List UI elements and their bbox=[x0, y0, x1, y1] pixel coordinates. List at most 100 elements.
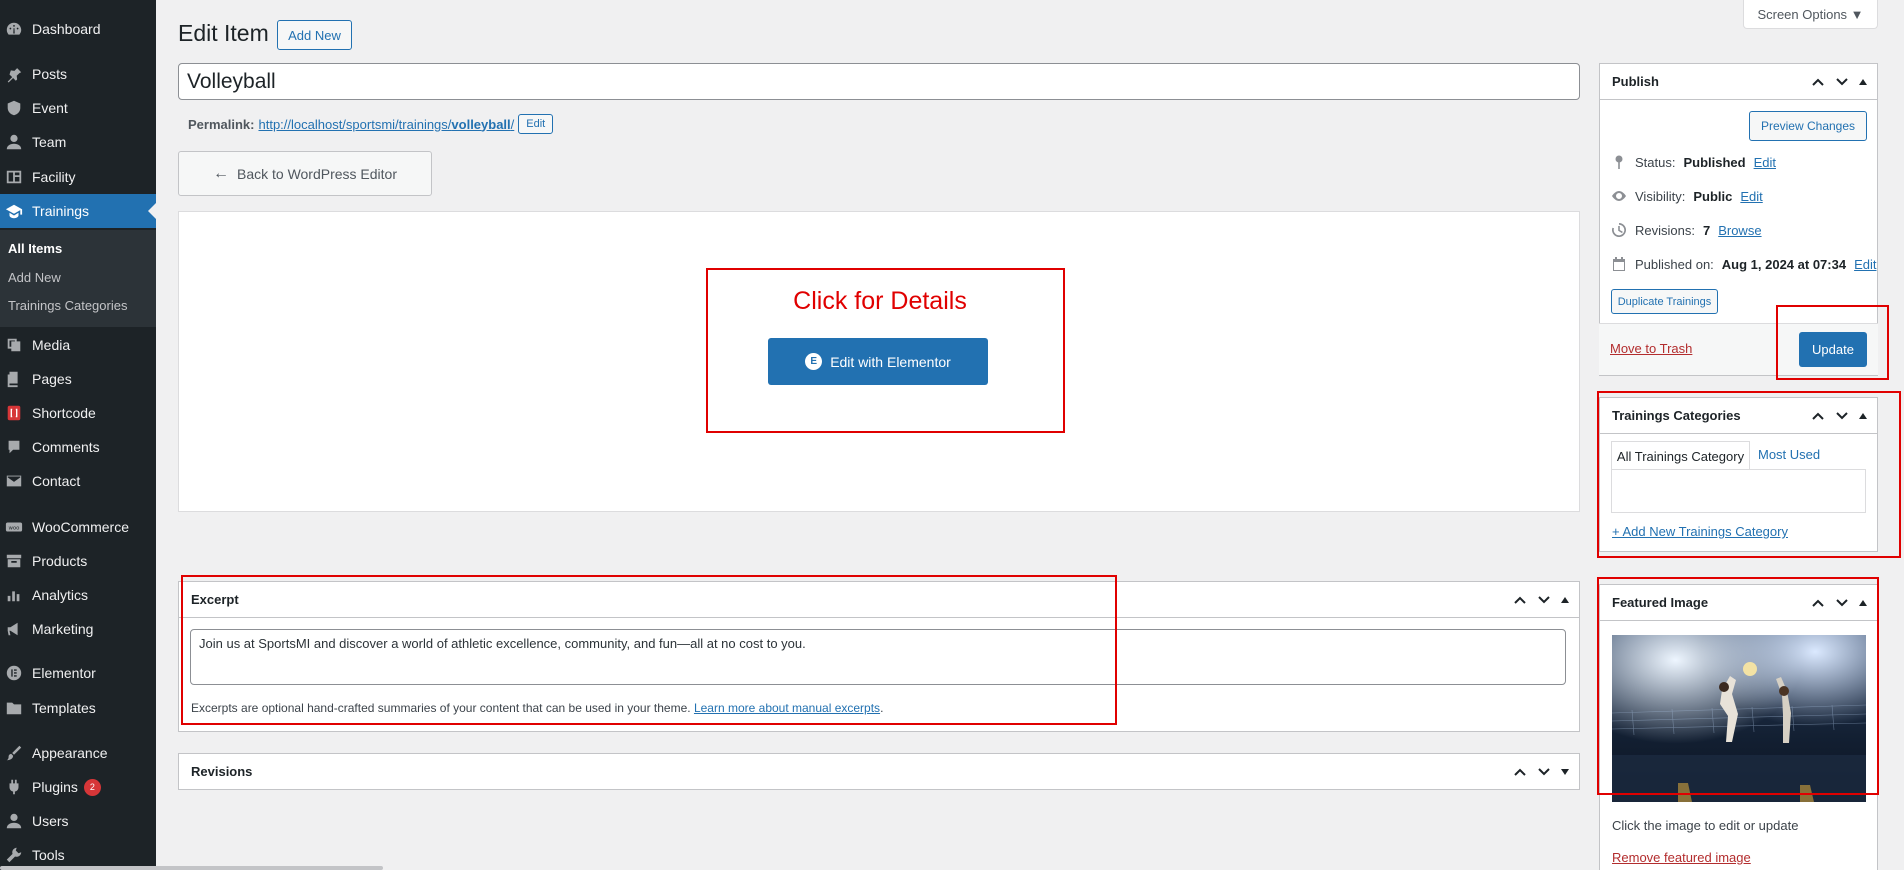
collapse-toggle-icon[interactable] bbox=[1859, 78, 1867, 85]
duplicate-trainings-button[interactable]: Duplicate Trainings bbox=[1611, 289, 1718, 314]
plug-icon bbox=[4, 777, 24, 797]
publish-header: Publish bbox=[1600, 64, 1877, 100]
menu-item-users[interactable]: Users bbox=[0, 804, 156, 838]
revisions-label: Revisions: bbox=[1635, 222, 1695, 238]
menu-item-plugins[interactable]: Plugins 2 bbox=[0, 770, 156, 804]
visibility-row: Visibility: Public Edit bbox=[1611, 188, 1763, 204]
user-icon bbox=[4, 132, 24, 152]
users-icon bbox=[4, 811, 24, 831]
edit-with-elementor-button[interactable]: E Edit with Elementor bbox=[768, 338, 988, 385]
permalink-link[interactable]: http://localhost/sportsmi/trainings/voll… bbox=[258, 117, 514, 132]
post-title-input[interactable]: Volleyball bbox=[178, 63, 1580, 100]
menu-item-facility[interactable]: Facility bbox=[0, 160, 156, 194]
publish-title: Publish bbox=[1612, 74, 1659, 89]
submenu-trainings-categories[interactable]: Trainings Categories bbox=[8, 298, 127, 313]
submenu-all-items[interactable]: All Items bbox=[8, 241, 62, 256]
menu-label: Comments bbox=[32, 439, 100, 455]
move-up-icon[interactable] bbox=[1513, 593, 1527, 607]
add-new-button[interactable]: Add New bbox=[277, 20, 352, 50]
menu-item-woocommerce[interactable]: woo WooCommerce bbox=[0, 510, 156, 544]
menu-item-pages[interactable]: Pages bbox=[0, 362, 156, 396]
horizontal-scrollbar[interactable] bbox=[0, 866, 383, 870]
arrow-left-icon: ← bbox=[212, 164, 229, 182]
menu-item-team[interactable]: Team bbox=[0, 125, 156, 159]
status-label: Status: bbox=[1635, 154, 1676, 170]
collapse-toggle-icon[interactable] bbox=[1561, 596, 1569, 603]
move-up-icon[interactable] bbox=[1513, 765, 1527, 779]
menu-item-trainings[interactable]: Trainings bbox=[0, 194, 156, 228]
menu-label: Appearance bbox=[32, 745, 108, 761]
menu-item-appearance[interactable]: Appearance bbox=[0, 736, 156, 770]
visibility-edit-link[interactable]: Edit bbox=[1740, 189, 1762, 204]
pin-icon bbox=[4, 64, 24, 84]
menu-label: Pages bbox=[32, 371, 72, 387]
published-on-row: Published on: Aug 1, 2024 at 07:34 Edit bbox=[1611, 256, 1876, 272]
box-handles bbox=[1513, 765, 1579, 779]
move-up-icon[interactable] bbox=[1811, 75, 1825, 89]
menu-item-dashboard[interactable]: Dashboard bbox=[0, 12, 156, 46]
permalink-slug: volleyball bbox=[451, 116, 511, 132]
revisions-browse-link[interactable]: Browse bbox=[1718, 223, 1761, 238]
media-icon bbox=[4, 335, 24, 355]
box-handles bbox=[1513, 593, 1579, 607]
menu-item-comments[interactable]: Comments bbox=[0, 430, 156, 464]
menu-label: Users bbox=[32, 813, 69, 829]
menu-item-shortcode[interactable]: Shortcode bbox=[0, 396, 156, 430]
menu-item-templates[interactable]: Templates bbox=[0, 691, 156, 725]
menu-label: WooCommerce bbox=[32, 519, 129, 535]
published-date: Aug 1, 2024 at 07:34 bbox=[1721, 256, 1847, 272]
menu-label: Shortcode bbox=[32, 405, 96, 421]
menu-label: Trainings bbox=[32, 203, 90, 219]
menu-item-products[interactable]: Products bbox=[0, 544, 156, 578]
trainings-submenu: All Items Add New Trainings Categories bbox=[0, 230, 156, 327]
menu-item-media[interactable]: Media bbox=[0, 328, 156, 362]
box-handles bbox=[1811, 75, 1877, 89]
menu-label: Dashboard bbox=[32, 21, 101, 37]
menu-item-elementor[interactable]: Elementor bbox=[0, 656, 156, 690]
remove-featured-image-link[interactable]: Remove featured image bbox=[1612, 850, 1751, 865]
menu-item-event[interactable]: Event bbox=[0, 91, 156, 125]
permalink-tail: / bbox=[510, 116, 515, 132]
menu-item-contact[interactable]: Contact bbox=[0, 464, 156, 498]
megaphone-icon bbox=[4, 619, 24, 639]
menu-label: Elementor bbox=[32, 665, 96, 681]
admin-menu: Dashboard Posts Event Team Facility Trai… bbox=[0, 0, 383, 870]
calendar-icon bbox=[1613, 257, 1625, 271]
elementor-icon: E bbox=[805, 353, 823, 370]
preview-changes-button[interactable]: Preview Changes bbox=[1749, 111, 1867, 141]
menu-label: Templates bbox=[32, 700, 96, 716]
status-value: Published bbox=[1683, 154, 1746, 170]
expand-toggle-icon[interactable] bbox=[1561, 768, 1569, 775]
visibility-value: Public bbox=[1693, 188, 1733, 204]
menu-item-posts[interactable]: Posts bbox=[0, 57, 156, 91]
move-down-icon[interactable] bbox=[1835, 75, 1849, 89]
click-for-details-annotation: Click for Details bbox=[793, 287, 967, 315]
menu-label: Products bbox=[32, 553, 88, 569]
revisions-header[interactable]: Revisions bbox=[179, 754, 1579, 789]
move-to-trash-link[interactable]: Move to Trash bbox=[1610, 341, 1692, 356]
folder-icon bbox=[4, 698, 24, 718]
submenu-add-new[interactable]: Add New bbox=[8, 270, 61, 285]
published-label: Published on: bbox=[1635, 256, 1714, 272]
menu-item-analytics[interactable]: Analytics bbox=[0, 578, 156, 612]
published-edit-link[interactable]: Edit bbox=[1854, 257, 1876, 272]
menu-label: Media bbox=[32, 337, 71, 353]
menu-item-marketing[interactable]: Marketing bbox=[0, 612, 156, 646]
status-edit-link[interactable]: Edit bbox=[1754, 155, 1776, 170]
menu-label: Analytics bbox=[32, 587, 89, 603]
svg-text:woo: woo bbox=[9, 525, 20, 531]
comment-icon bbox=[4, 437, 24, 457]
pages-icon bbox=[4, 369, 24, 389]
back-to-wordpress-editor-button[interactable]: ← Back to WordPress Editor bbox=[178, 151, 432, 196]
move-down-icon[interactable] bbox=[1537, 765, 1551, 779]
archive-icon bbox=[4, 551, 24, 571]
back-label: Back to WordPress Editor bbox=[236, 165, 398, 182]
move-down-icon[interactable] bbox=[1537, 593, 1551, 607]
menu-label: Contact bbox=[32, 473, 81, 489]
permalink-edit-button[interactable]: Edit bbox=[518, 114, 554, 134]
menu-label: Marketing bbox=[32, 621, 94, 637]
screen-options-button[interactable]: Screen Options ▼ bbox=[1743, 0, 1878, 29]
menu-label: Plugins bbox=[32, 779, 78, 795]
menu-label: Posts bbox=[32, 66, 68, 82]
permalink-row: Permalink: http://localhost/sportsmi/tra… bbox=[188, 114, 554, 134]
